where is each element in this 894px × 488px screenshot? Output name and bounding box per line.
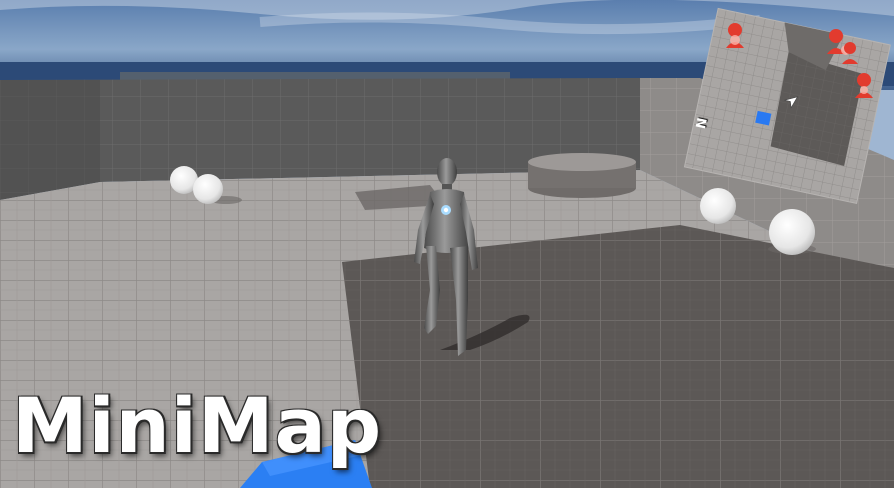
game-viewport[interactable]: N MiniMap — [0, 0, 894, 488]
sphere — [769, 209, 815, 255]
page-title: MiniMap — [12, 381, 383, 470]
sphere — [193, 174, 223, 204]
sphere — [700, 188, 736, 224]
